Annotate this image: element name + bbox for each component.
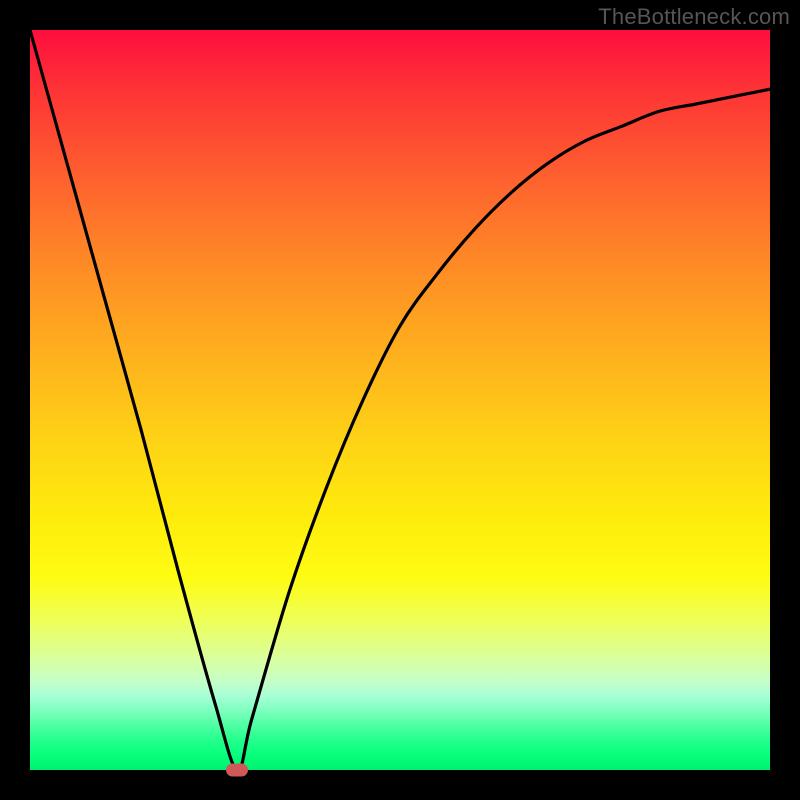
plot-area [30, 30, 770, 770]
curve-svg [30, 30, 770, 770]
chart-frame: TheBottleneck.com [0, 0, 800, 800]
optimum-marker [226, 764, 248, 777]
bottleneck-curve-path [30, 30, 770, 770]
watermark-text: TheBottleneck.com [598, 4, 790, 30]
